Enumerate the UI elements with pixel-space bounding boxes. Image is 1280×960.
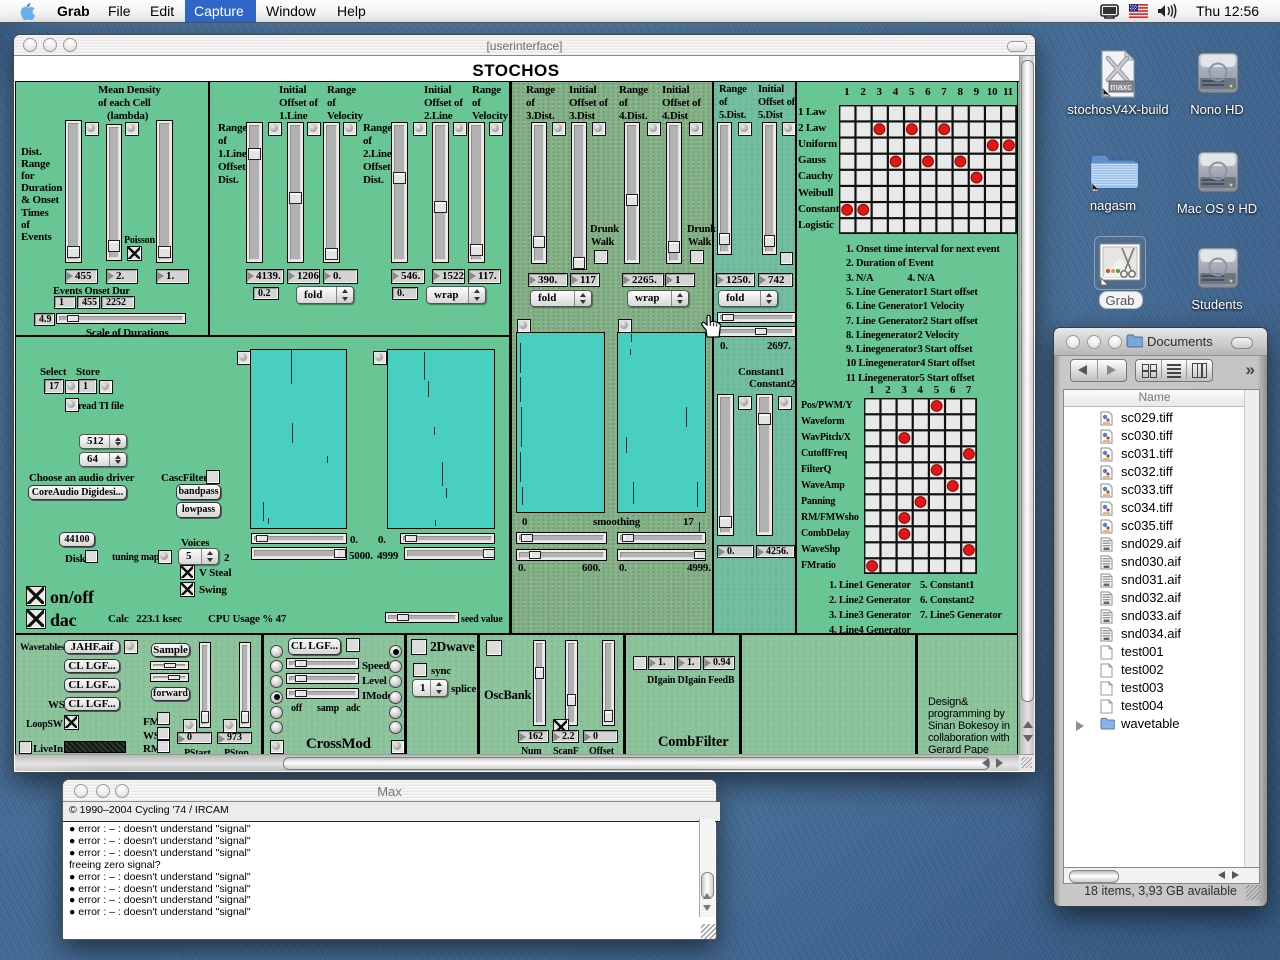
svg-text:maxc: maxc <box>1110 82 1132 92</box>
